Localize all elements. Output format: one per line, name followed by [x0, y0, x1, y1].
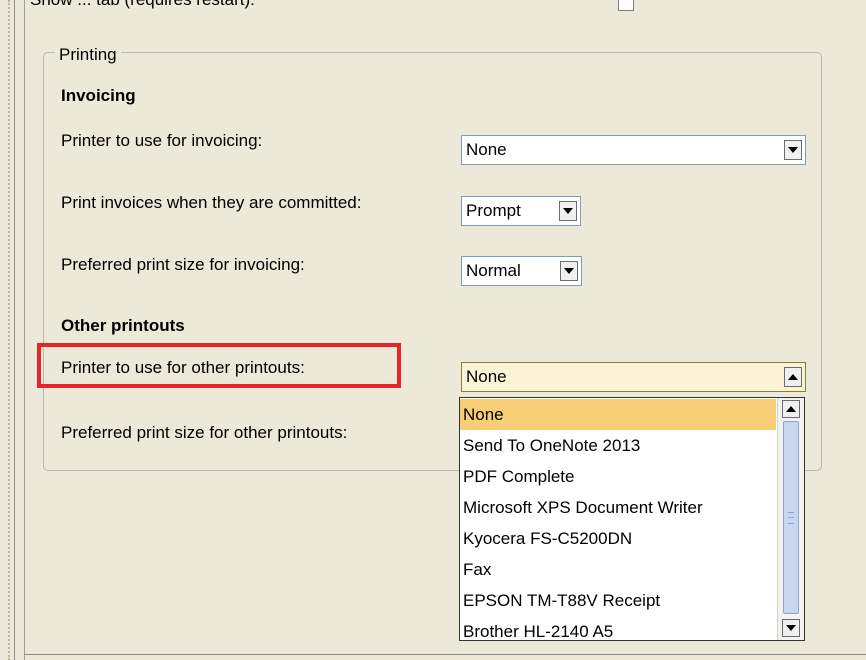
- splitter-edge: [14, 0, 15, 660]
- invoicing-printer-label: Printer to use for invoicing:: [61, 131, 263, 150]
- dropdown-option[interactable]: PDF Complete: [460, 461, 776, 492]
- commit-value: Prompt: [466, 201, 521, 220]
- dropdown-option[interactable]: Brother HL-2140 A5: [460, 616, 776, 647]
- scroll-thumb[interactable]: [783, 421, 799, 614]
- commit-select[interactable]: Prompt: [461, 196, 581, 226]
- dropdown-scrollbar[interactable]: [777, 398, 804, 640]
- commit-label: Print invoices when they are committed:: [61, 193, 362, 212]
- chevron-down-icon[interactable]: [560, 261, 578, 281]
- dropdown-option[interactable]: Microsoft XPS Document Writer: [460, 492, 776, 523]
- invoicing-heading: Invoicing: [61, 86, 136, 105]
- invoicing-size-label: Preferred print size for invoicing:: [61, 255, 305, 274]
- grip-icon: [788, 512, 794, 524]
- panel-bottom-border: [24, 654, 866, 655]
- dropdown-option[interactable]: EPSON TM-T88V Receipt: [460, 585, 776, 616]
- chevron-up-icon[interactable]: [784, 367, 802, 387]
- left-splitter[interactable]: [0, 0, 15, 660]
- other-printer-select[interactable]: None: [461, 362, 806, 392]
- other-printer-value: None: [466, 367, 507, 386]
- scroll-down-icon[interactable]: [782, 619, 800, 637]
- top-option-checkbox[interactable]: [618, 0, 634, 11]
- printer-dropdown-list[interactable]: None Send To OneNote 2013 PDF Complete M…: [459, 397, 805, 641]
- other-printouts-heading: Other printouts: [61, 316, 185, 335]
- scroll-up-icon[interactable]: [782, 400, 800, 418]
- splitter-grip: [8, 0, 10, 660]
- invoicing-size-select[interactable]: Normal: [461, 256, 582, 286]
- chevron-down-icon[interactable]: [784, 140, 802, 160]
- highlight-outline: [37, 343, 401, 388]
- invoicing-size-value: Normal: [466, 261, 521, 280]
- dropdown-option[interactable]: Fax: [460, 554, 776, 585]
- printing-legend: Printing: [55, 45, 121, 65]
- chevron-down-icon[interactable]: [559, 201, 577, 221]
- invoicing-printer-value: None: [466, 140, 507, 159]
- other-size-label: Preferred print size for other printouts…: [61, 423, 348, 442]
- dropdown-option[interactable]: Send To OneNote 2013: [460, 430, 776, 461]
- dropdown-option[interactable]: Kyocera FS-C5200DN: [460, 523, 776, 554]
- dropdown-option[interactable]: None: [460, 399, 776, 430]
- top-option-label: Show ... tab (requires restart):: [30, 0, 255, 10]
- invoicing-printer-select[interactable]: None: [461, 135, 806, 165]
